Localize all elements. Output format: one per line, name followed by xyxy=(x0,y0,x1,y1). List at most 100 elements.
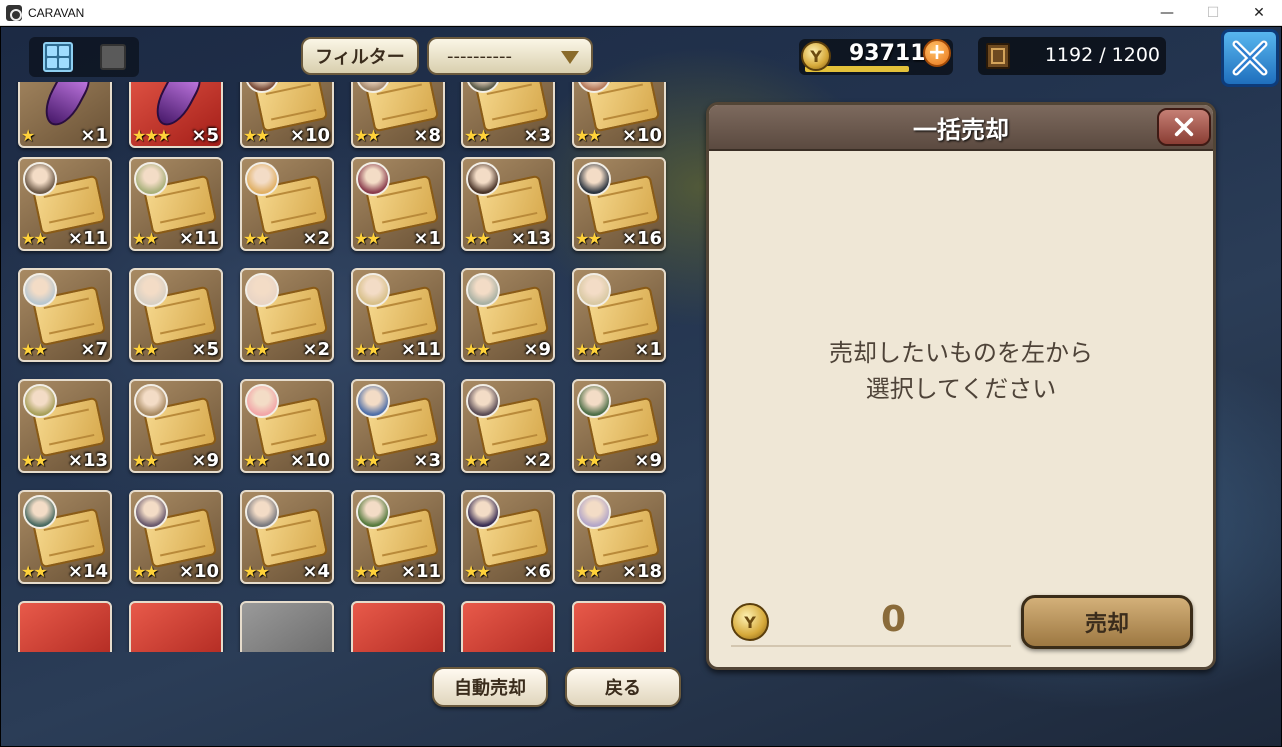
inventory-item[interactable]: ★★ ×2 xyxy=(240,268,334,362)
bulk-sell-panel: 一括売却 売却したいものを左から 選択してください 0 売却 xyxy=(706,102,1216,670)
character-portrait-icon xyxy=(134,162,168,196)
inventory-item[interactable]: ★★ ×10 xyxy=(240,82,334,148)
inventory-item[interactable] xyxy=(461,601,555,652)
back-button[interactable]: 戻る xyxy=(565,667,681,707)
inventory-item[interactable]: ★★ ×9 xyxy=(461,268,555,362)
auto-sell-button[interactable]: 自動売却 xyxy=(432,667,548,707)
list-view-icon[interactable] xyxy=(99,44,126,70)
item-quantity: ×10 xyxy=(289,450,330,471)
panel-close-button[interactable] xyxy=(1157,108,1211,146)
window-close-button[interactable]: ✕ xyxy=(1236,0,1282,26)
rarity-stars: ★★ xyxy=(243,562,270,581)
minimize-button[interactable]: — xyxy=(1144,0,1190,26)
item-quantity: ×11 xyxy=(400,339,441,360)
item-quantity: ×11 xyxy=(178,228,219,249)
inventory-item[interactable]: ★★ ×8 xyxy=(351,82,445,148)
rarity-stars: ★★ xyxy=(354,562,381,581)
inventory-item[interactable]: ★★ ×1 xyxy=(351,157,445,251)
inventory-item[interactable]: ★★ ×2 xyxy=(240,157,334,251)
inventory-item[interactable]: ★★ ×3 xyxy=(461,82,555,148)
inventory-item[interactable]: ★★ ×10 xyxy=(572,82,666,148)
item-quantity: ×3 xyxy=(413,450,441,471)
inventory-item[interactable]: ★★ ×9 xyxy=(129,379,223,473)
inventory-item[interactable]: ★★ ×9 xyxy=(572,379,666,473)
panel-message-line1: 売却したいものを左から xyxy=(829,339,1093,367)
filter-button[interactable]: フィルター xyxy=(301,37,419,75)
rarity-stars: ★★ xyxy=(575,340,602,359)
inventory-item[interactable]: ★★ ×16 xyxy=(572,157,666,251)
inventory-item[interactable]: ★★ ×11 xyxy=(351,490,445,584)
rarity-stars: ★★ xyxy=(243,340,270,359)
character-portrait-icon xyxy=(577,495,611,529)
grid-view-icon[interactable] xyxy=(42,42,73,72)
maximize-button[interactable]: ☐ xyxy=(1190,0,1236,26)
coin-icon xyxy=(801,41,831,71)
character-portrait-icon xyxy=(23,384,57,418)
inventory-item[interactable]: ★★ ×1 xyxy=(572,268,666,362)
inventory-item[interactable] xyxy=(18,601,112,652)
inventory-item[interactable]: ★★ ×5 xyxy=(129,268,223,362)
inventory-item[interactable] xyxy=(572,601,666,652)
item-quantity: ×10 xyxy=(621,125,662,146)
inventory-item[interactable] xyxy=(351,601,445,652)
character-portrait-icon xyxy=(245,162,279,196)
gold-value: 93711 xyxy=(849,41,926,66)
inventory-item[interactable] xyxy=(129,601,223,652)
inventory-item[interactable] xyxy=(240,601,334,652)
inventory-item[interactable]: ★★ ×3 xyxy=(351,379,445,473)
sell-button[interactable]: 売却 xyxy=(1021,595,1193,649)
window-title: CARAVAN xyxy=(28,5,85,20)
inventory-item[interactable]: ★★ ×10 xyxy=(129,490,223,584)
item-quantity: ×11 xyxy=(67,228,108,249)
chevron-down-icon xyxy=(561,51,579,64)
inventory-item[interactable]: ★★ ×10 xyxy=(240,379,334,473)
inventory-item[interactable]: ★ ×1 xyxy=(18,82,112,148)
coin-icon xyxy=(731,603,769,641)
rarity-stars: ★★ xyxy=(354,229,381,248)
close-screen-button[interactable] xyxy=(1221,29,1279,87)
inventory-item[interactable]: ★★ ×11 xyxy=(351,268,445,362)
item-quantity: ×10 xyxy=(289,125,330,146)
game-scene: フィルター ---------- 93711 + 1192 / 1200 ★ ×1… xyxy=(1,27,1281,746)
panel-message: 売却したいものを左から 選択してください xyxy=(709,335,1213,407)
storage-box-icon xyxy=(986,43,1010,69)
rarity-stars: ★★ xyxy=(243,229,270,248)
inventory-item[interactable]: ★★ ×2 xyxy=(461,379,555,473)
window-controls: — ☐ ✕ xyxy=(1144,0,1282,26)
app-icon xyxy=(6,4,22,21)
item-quantity: ×7 xyxy=(80,339,108,360)
panel-message-line2: 選択してください xyxy=(865,375,1057,403)
inventory-item[interactable]: ★★ ×6 xyxy=(461,490,555,584)
inventory-item[interactable]: ★★ ×14 xyxy=(18,490,112,584)
window-titlebar: CARAVAN — ☐ ✕ xyxy=(0,0,1282,26)
inventory-count-value: 1192 / 1200 xyxy=(1044,44,1160,66)
item-quantity: ×9 xyxy=(634,450,662,471)
rarity-stars: ★★ xyxy=(575,562,602,581)
item-quantity: ×10 xyxy=(178,561,219,582)
rarity-stars: ★★ xyxy=(464,340,491,359)
inventory-item[interactable]: ★★ ×4 xyxy=(240,490,334,584)
item-quantity: ×18 xyxy=(621,561,662,582)
rarity-stars: ★★ xyxy=(464,229,491,248)
character-portrait-icon xyxy=(23,273,57,307)
item-quantity: ×1 xyxy=(634,339,662,360)
rarity-stars: ★★ xyxy=(21,340,48,359)
inventory-item[interactable]: ★★ ×13 xyxy=(461,157,555,251)
inventory-item[interactable]: ★★ ×13 xyxy=(18,379,112,473)
inventory-item[interactable]: ★★★ ×5 xyxy=(129,82,223,148)
inventory-item[interactable]: ★★ ×11 xyxy=(18,157,112,251)
rarity-stars: ★★ xyxy=(132,229,159,248)
rarity-stars: ★★ xyxy=(132,562,159,581)
rarity-stars: ★★ xyxy=(243,126,270,145)
inventory-item[interactable]: ★★ ×18 xyxy=(572,490,666,584)
inventory-item[interactable]: ★★ ×11 xyxy=(129,157,223,251)
item-quantity: ×13 xyxy=(67,450,108,471)
plus-icon[interactable]: + xyxy=(923,39,951,67)
rarity-stars: ★★ xyxy=(575,126,602,145)
sort-select[interactable]: ---------- xyxy=(427,37,593,75)
character-portrait-icon xyxy=(466,162,500,196)
rarity-stars: ★★ xyxy=(243,451,270,470)
rarity-stars: ★★ xyxy=(132,340,159,359)
item-quantity: ×5 xyxy=(191,125,219,146)
inventory-item[interactable]: ★★ ×7 xyxy=(18,268,112,362)
